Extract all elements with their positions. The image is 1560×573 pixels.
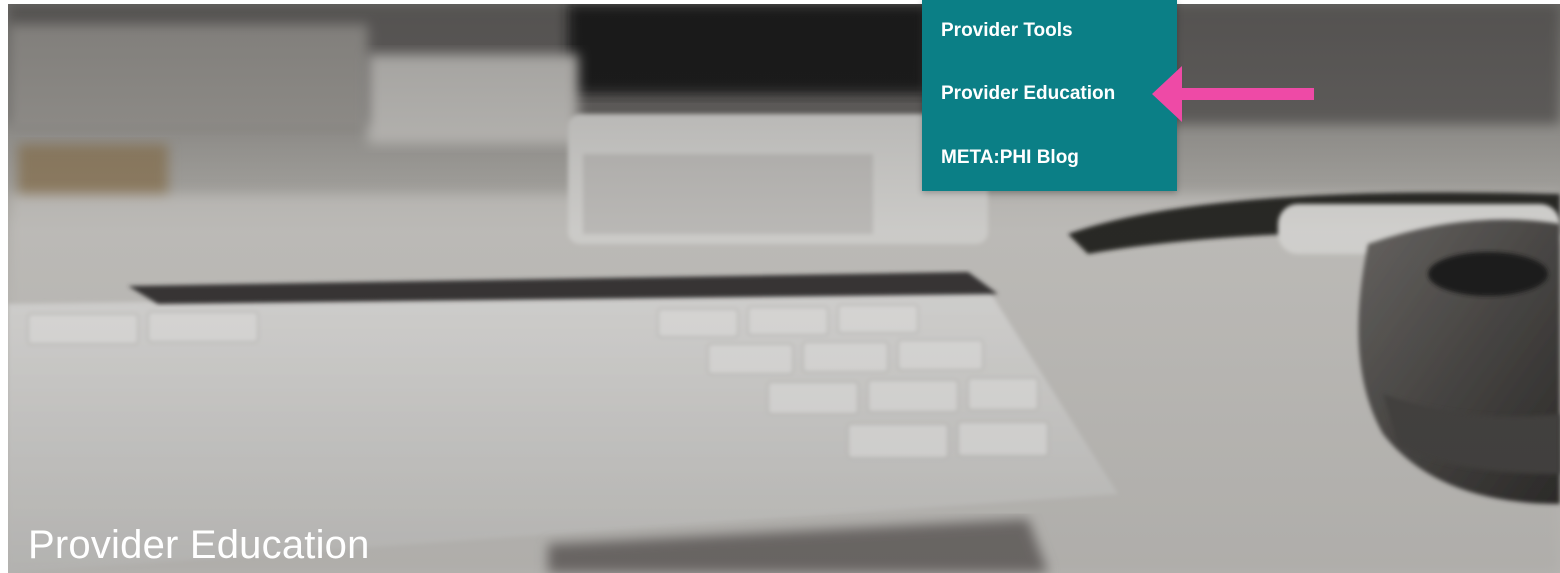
- arrow-left-icon: [1152, 66, 1314, 122]
- page: Provider Education Provider Tools Provid…: [0, 0, 1560, 573]
- menu-item-metaphi-blog[interactable]: META:PHI Blog: [922, 126, 1177, 190]
- dropdown-list: Provider Tools Provider Education META:P…: [922, 0, 1177, 190]
- menu-item-provider-education[interactable]: Provider Education: [922, 62, 1177, 126]
- hero-overlay: [8, 4, 1560, 573]
- hero-banner: Provider Education: [8, 4, 1560, 573]
- page-title: Provider Education: [28, 523, 370, 567]
- nav-dropdown-menu: Provider Tools Provider Education META:P…: [922, 0, 1177, 191]
- arrow-shape: [1152, 66, 1314, 122]
- menu-item-provider-tools[interactable]: Provider Tools: [922, 0, 1177, 62]
